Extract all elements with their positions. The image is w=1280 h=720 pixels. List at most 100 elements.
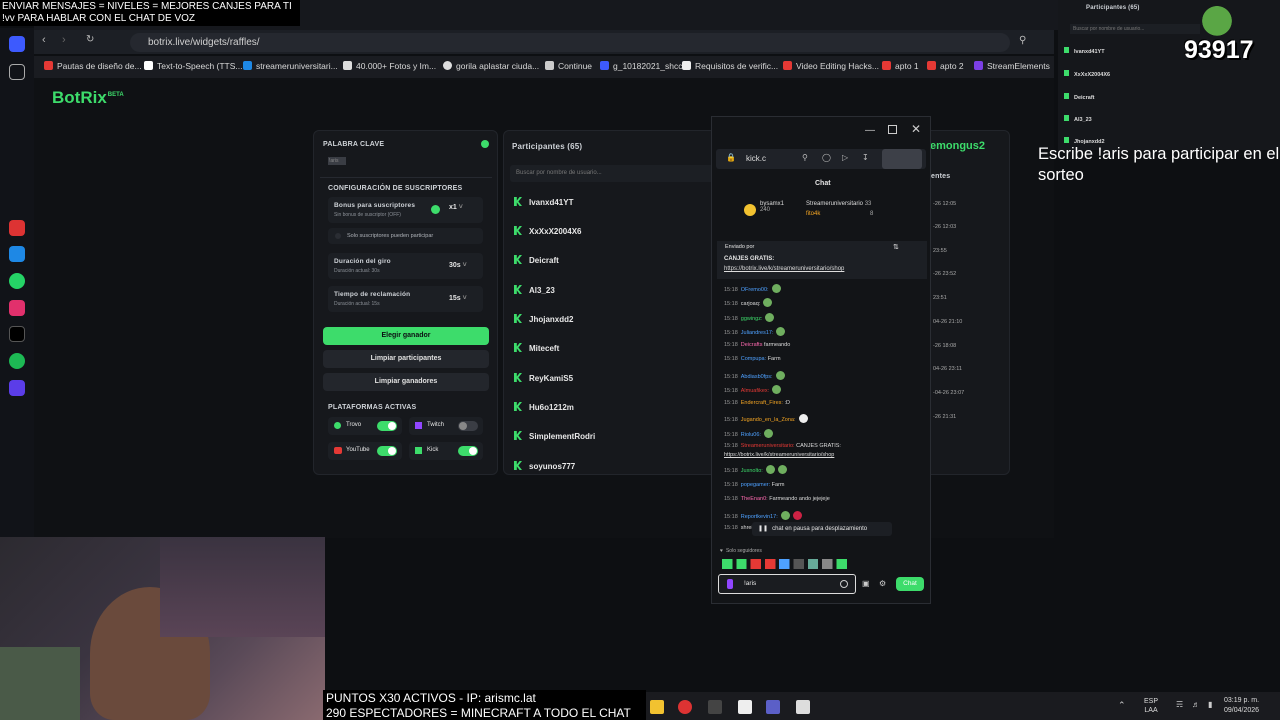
chat-message: 15:18 Abdiasb0fps: (724, 371, 785, 380)
chat-message-link[interactable]: https://botrix.live/k/streameruniversita… (724, 452, 834, 458)
kick-toggle[interactable] (458, 446, 478, 456)
pinned-link[interactable]: https://botrix.live/k/streameruniversita… (724, 266, 844, 272)
gear-icon[interactable]: ⚙ (879, 579, 886, 588)
folder-icon[interactable] (650, 700, 664, 714)
opera-icon[interactable] (678, 700, 692, 714)
spin-select[interactable]: 30s ˅ (449, 262, 467, 269)
bookmark-item[interactable]: Text-to-Speech (TTS... (144, 61, 243, 71)
forward-icon[interactable]: › (62, 34, 66, 46)
app-icon[interactable] (708, 700, 722, 714)
bookmark-item[interactable]: StreamElements (974, 61, 1050, 71)
winner-date: 23:55 (933, 248, 947, 254)
choose-winner-button[interactable]: Elegir ganador (323, 327, 489, 345)
chat-paused-notice[interactable]: ❚❚ chat en pausa para desplazamiento (752, 522, 892, 536)
info-icon[interactable] (481, 140, 489, 148)
chevron-up-icon[interactable]: ⌃ (1118, 700, 1126, 711)
search-icon[interactable]: ⚲ (1019, 35, 1026, 46)
whatsapp-icon[interactable] (9, 273, 25, 289)
bookmark-item[interactable]: apto 1 (882, 61, 919, 71)
back-icon[interactable]: ‹ (42, 34, 46, 46)
battery-icon[interactable]: ▮ (1208, 700, 1212, 709)
bonus-select[interactable]: x1 ˅ (449, 204, 463, 211)
x-icon[interactable] (9, 326, 25, 342)
bookmark-item[interactable]: Video Editing Hacks... (783, 61, 879, 71)
teams-icon[interactable] (766, 700, 780, 714)
play-icon[interactable]: ▷ (842, 153, 848, 162)
messenger-icon[interactable] (9, 246, 25, 262)
twitch-toggle[interactable] (458, 421, 478, 431)
chat-message: 15:18 Streameruniversitario: CANJES GRATI… (724, 443, 841, 449)
address-bar-area: ‹ › ↻ botrix.live/widgets/raffles/ ⚲ (34, 30, 1054, 54)
gift-icon[interactable]: ▣ (862, 579, 870, 588)
reload-icon[interactable]: ↻ (86, 34, 94, 45)
subs-config-header: CONFIGURACIÓN DE SUSCRIPTORES (328, 185, 463, 192)
emoji-icon[interactable] (840, 580, 848, 588)
volume-icon[interactable]: ♬ (1192, 700, 1200, 709)
top-banner-line: !vv PARA HABLAR CON EL CHAT DE VOZ (2, 12, 196, 24)
participants-search-input[interactable]: Buscar por nombre de usuario... (510, 165, 715, 182)
bonus-label: Bonus para suscriptores (334, 202, 416, 209)
minimize-icon[interactable]: — (865, 125, 875, 136)
lock-icon: 🔒 (726, 153, 736, 162)
download-icon[interactable]: ↧ (862, 153, 869, 162)
home-icon[interactable] (9, 36, 25, 52)
participants-title: Participantes (65) (512, 142, 583, 151)
player-icon[interactable] (9, 380, 25, 396)
platform-label: Kick (427, 447, 439, 453)
chat-input[interactable]: !aris (718, 574, 856, 594)
pinned-title: CANJES GRATIS: (724, 256, 775, 262)
participant-item: Jhojanxdd2 (514, 314, 573, 324)
close-icon[interactable]: ✕ (911, 122, 921, 136)
search-icon[interactable]: ⚲ (802, 153, 808, 162)
url-field[interactable]: botrix.live/widgets/raffles/ (130, 33, 1010, 52)
followers-only-label: ♥ Solo seguidores (720, 548, 762, 554)
clear-participants-button[interactable]: Limpiar participantes (323, 350, 489, 368)
clear-winners-button[interactable]: Limpiar ganadores (323, 373, 489, 391)
instagram-icon[interactable] (9, 300, 25, 316)
bottom-banner: PUNTOS X30 ACTIVOS - IP: arismc.lat 290 … (323, 690, 646, 720)
pin-icon[interactable]: ⇅ (893, 243, 899, 251)
popup-url[interactable]: kick.c (746, 154, 766, 163)
wifi-icon[interactable]: ☴ (1176, 700, 1183, 709)
subs-only-radio[interactable] (335, 233, 341, 239)
platform-label: Twitch (427, 422, 445, 428)
emote-bar[interactable] (722, 559, 852, 569)
chat-input-value[interactable]: !aris (744, 580, 756, 587)
clock[interactable]: 03:19 p. m. 09/04/2026 (1224, 696, 1259, 716)
overlay-participant-list: Participantes (65) Buscar por nombre de … (1058, 0, 1280, 150)
bookmark-item[interactable]: g_10182021_shcc (600, 61, 682, 71)
chat-title: Chat (815, 180, 831, 187)
top-gifter-badge (744, 204, 756, 216)
extensions-area[interactable] (882, 149, 922, 169)
youtube-toggle[interactable] (377, 446, 397, 456)
bookmark-item[interactable]: 40.000+ Fotos y Im... (343, 61, 436, 71)
send-chat-button[interactable]: Chat (896, 577, 924, 591)
claim-time-card: Tiempo de reclamación Duración actual: 1… (328, 286, 483, 312)
shield-icon[interactable]: ◯ (822, 153, 831, 162)
bookmark-item[interactable]: Requisitos de verific... (682, 61, 778, 71)
chat-message: 15:18 TheEnan0: Farmeando ando jejejeje (724, 496, 830, 502)
maximize-icon[interactable] (888, 125, 897, 134)
participant-item: Al3_23 (514, 285, 555, 295)
app-icon[interactable] (9, 220, 25, 236)
keyword-input[interactable]: !aris (328, 157, 346, 165)
calendar-icon[interactable] (796, 700, 810, 714)
subs-only-row[interactable]: Solo suscriptores pueden participar (328, 228, 483, 244)
bookmark-item[interactable]: Continue (545, 61, 592, 71)
overlay-search: Buscar por nombre de usuario... (1070, 24, 1200, 34)
bookmark-item[interactable]: apto 2 (927, 61, 964, 71)
bookmark-item[interactable]: streameruniversitari... (243, 61, 338, 71)
claim-select[interactable]: 15s ˅ (449, 295, 467, 302)
bonus-sub: Sin bonus de suscriptor (OFF) (334, 212, 401, 218)
document-icon[interactable] (738, 700, 752, 714)
bookmark-item[interactable]: Pautas de diseño de... (44, 61, 142, 71)
winner-date: -26 12:03 (933, 224, 957, 230)
star-icon[interactable] (9, 64, 25, 80)
trovo-toggle[interactable] (377, 421, 397, 431)
language-indicator[interactable]: ESP LAA (1144, 697, 1158, 715)
info-icon[interactable] (431, 205, 440, 214)
bookmark-item[interactable]: gorila aplastar ciuda... (443, 61, 539, 71)
overlay-participant: Al3_23 (1064, 115, 1092, 123)
platform-label: Trovo (346, 422, 362, 428)
spotify-icon[interactable] (9, 353, 25, 369)
